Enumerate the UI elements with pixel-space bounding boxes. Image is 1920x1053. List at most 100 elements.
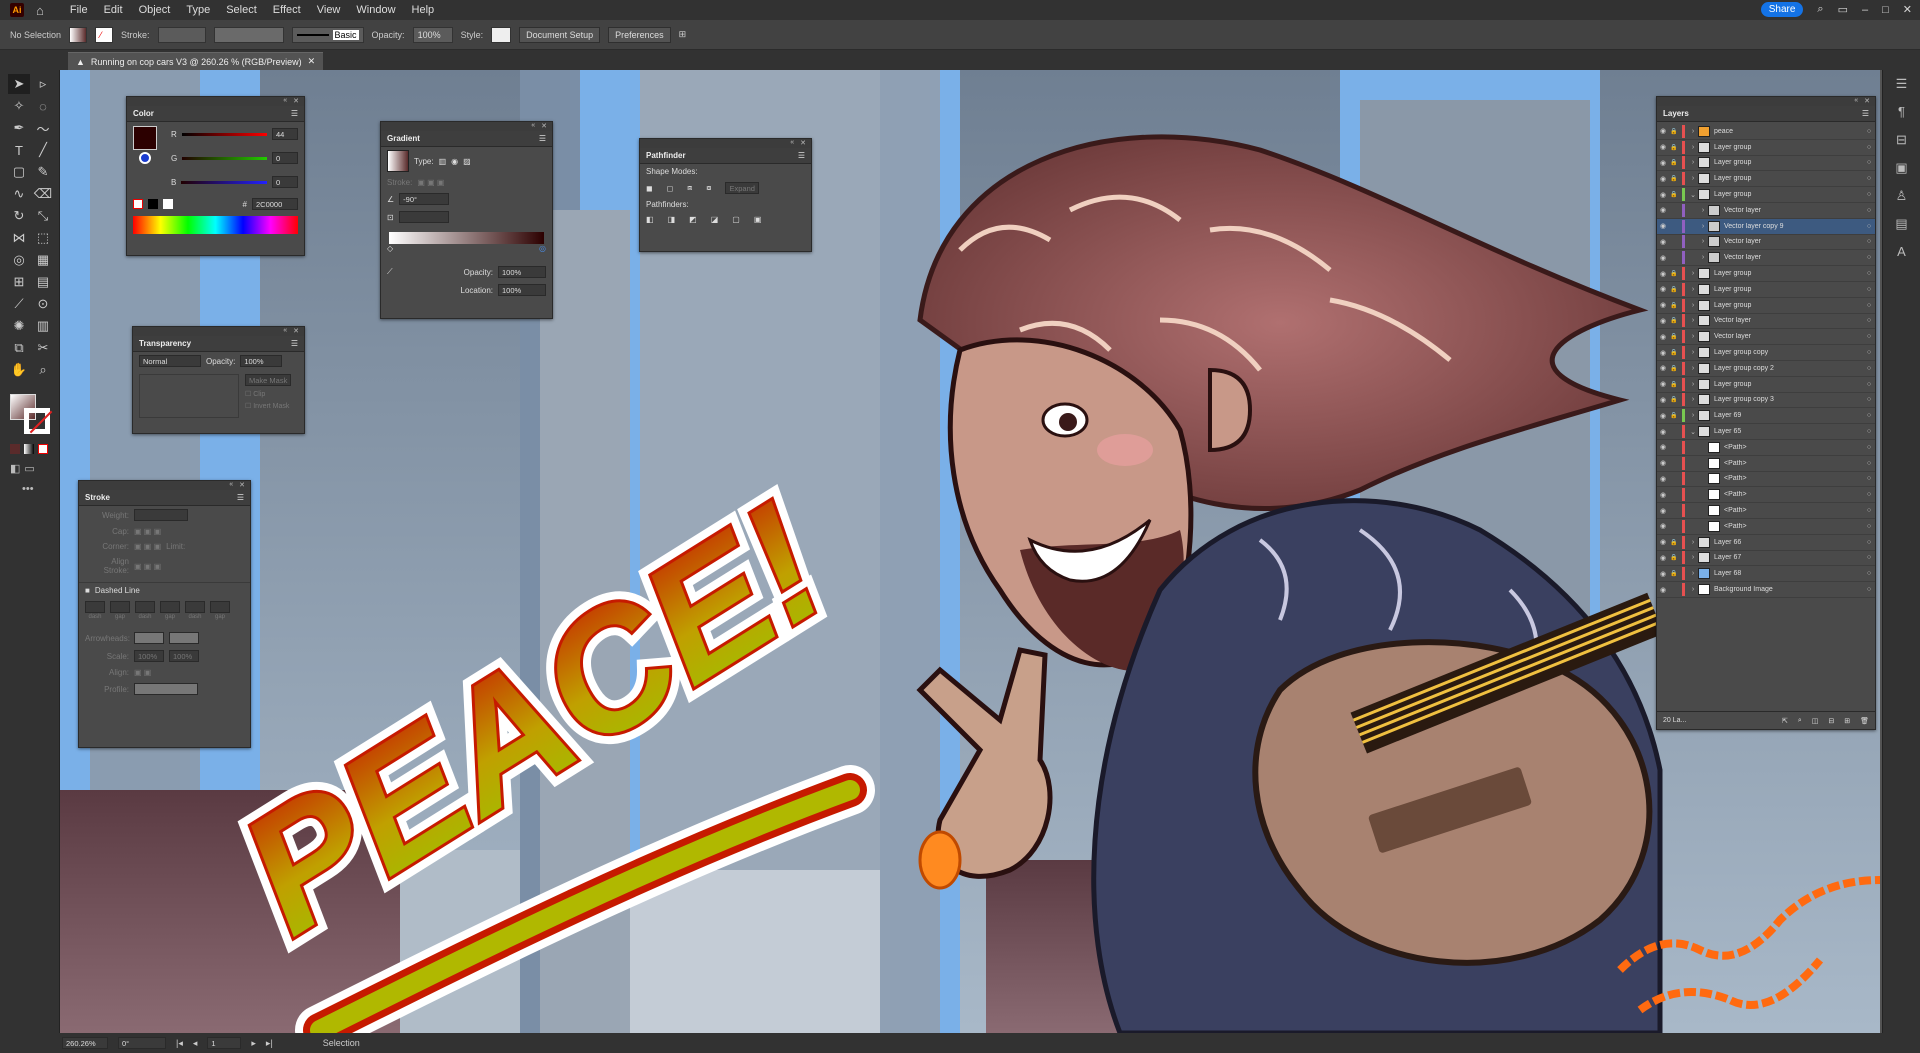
target-icon[interactable]: ○ (1863, 317, 1875, 324)
eyedropper-tool-icon[interactable]: ⟋ (8, 294, 30, 314)
layer-row[interactable]: ◉ 🔒 › Layer group copy 2 ○ (1657, 361, 1875, 377)
align-stroke-buttons[interactable]: ▣ ▣ ▣ (134, 562, 161, 571)
visibility-icon[interactable]: ◉ (1657, 428, 1669, 436)
delete-layer-icon[interactable]: 🗑 (1860, 717, 1869, 725)
visibility-icon[interactable]: ◉ (1657, 206, 1669, 214)
target-icon[interactable]: ○ (1863, 302, 1875, 309)
rotation-input[interactable]: 0° (118, 1037, 166, 1049)
menu-type[interactable]: Type (178, 4, 218, 16)
layer-row[interactable]: ◉ <Path> ○ (1657, 487, 1875, 504)
menu-effect[interactable]: Effect (265, 4, 309, 16)
panel-menu-icon[interactable]: ☰ (291, 339, 298, 348)
lock-icon[interactable]: 🔒 (1669, 554, 1679, 561)
dash-field[interactable]: gap (160, 601, 180, 620)
target-icon[interactable]: ○ (1863, 460, 1875, 467)
style-swatch[interactable] (491, 26, 512, 43)
line-tool-icon[interactable]: ╱ (32, 140, 54, 160)
clipping-mask-icon[interactable]: ◫ (1812, 717, 1819, 725)
menu-view[interactable]: View (309, 4, 349, 16)
stroke-color-swatch[interactable] (139, 152, 151, 164)
lock-icon[interactable]: 🔒 (1669, 302, 1679, 309)
expand-arrow-icon[interactable]: › (1688, 333, 1698, 340)
trim-icon[interactable]: ◨ (668, 215, 676, 224)
layer-row[interactable]: ◉ › Background Image ○ (1657, 582, 1875, 598)
visibility-icon[interactable]: ◉ (1657, 349, 1669, 357)
lock-icon[interactable]: 🔒 (1669, 365, 1679, 372)
layer-row[interactable]: ◉ › Vector layer ○ (1657, 235, 1875, 251)
perspective-grid-tool-icon[interactable]: ▦ (32, 250, 54, 270)
layer-row[interactable]: ◉ 🔒 › Layer group ○ (1657, 140, 1875, 156)
target-icon[interactable]: ○ (1863, 570, 1875, 577)
menu-window[interactable]: Window (348, 4, 403, 16)
target-icon[interactable]: ○ (1863, 270, 1875, 277)
scale-start-input[interactable]: 100% (134, 650, 164, 662)
gradient-stops[interactable]: ◇ ◎ (387, 244, 546, 253)
align-icon[interactable]: ⊟ (1890, 132, 1914, 154)
layer-row[interactable]: ◉ <Path> ○ (1657, 440, 1875, 456)
menu-help[interactable]: Help (404, 4, 443, 16)
layer-row[interactable]: ◉ 🔒 › Layer group ○ (1657, 377, 1875, 393)
panel-menu-icon[interactable]: ☰ (237, 493, 244, 502)
target-icon[interactable]: ○ (1863, 381, 1875, 388)
visibility-icon[interactable]: ◉ (1657, 159, 1669, 167)
menu-edit[interactable]: Edit (96, 4, 131, 16)
dash-field[interactable]: dash (185, 601, 205, 620)
target-icon[interactable]: ○ (1863, 144, 1875, 151)
exclude-icon[interactable]: ⧇ (706, 183, 711, 193)
zoom-tool-icon[interactable]: ⌕ (32, 360, 54, 380)
corner-buttons[interactable]: ▣ ▣ ▣ (134, 542, 161, 551)
target-icon[interactable]: ○ (1863, 444, 1875, 451)
lock-icon[interactable]: 🔒 (1669, 412, 1679, 419)
visibility-icon[interactable]: ◉ (1657, 238, 1669, 246)
stroke-swatch-large[interactable] (24, 408, 50, 434)
target-icon[interactable]: ○ (1863, 333, 1875, 340)
expand-arrow-icon[interactable]: ⌄ (1688, 191, 1698, 199)
visibility-icon[interactable]: ◉ (1657, 443, 1669, 451)
target-icon[interactable]: ○ (1863, 475, 1875, 482)
visibility-icon[interactable]: ◉ (1657, 412, 1669, 420)
visibility-icon[interactable]: ◉ (1657, 270, 1669, 278)
expand-arrow-icon[interactable]: ⌄ (1688, 428, 1698, 436)
swatches-icon[interactable]: ▤ (1890, 216, 1914, 238)
dash-field[interactable]: dash (135, 601, 155, 620)
merge-icon[interactable]: ◩ (689, 215, 697, 224)
visibility-icon[interactable]: ◉ (1657, 333, 1669, 341)
layer-row[interactable]: ◉ <Path> ○ (1657, 503, 1875, 519)
draw-mode-icon[interactable]: ◧ (10, 462, 20, 475)
weight-input[interactable] (134, 509, 188, 521)
puppet-icon[interactable]: ♙ (1890, 188, 1914, 210)
minus-front-icon[interactable]: ◻ (667, 184, 674, 193)
variable-width-dropdown[interactable] (213, 26, 284, 43)
stroke-weight-input[interactable] (157, 26, 206, 43)
arrange-docs-icon[interactable]: ⊞ (679, 29, 687, 40)
visibility-icon[interactable]: ◉ (1657, 285, 1669, 293)
aspect-ratio-input[interactable] (398, 211, 449, 223)
stroke-gradient-buttons[interactable]: ▣ ▣ ▣ (417, 178, 444, 187)
panel-menu-icon[interactable]: ☰ (291, 109, 298, 118)
linear-gradient-icon[interactable]: ▥ (439, 157, 447, 166)
expand-arrow-icon[interactable]: › (1688, 570, 1698, 577)
layer-row[interactable]: ◉ 🔒 › Layer group ○ (1657, 266, 1875, 282)
expand-arrow-icon[interactable]: › (1688, 349, 1698, 356)
layer-row[interactable]: ◉ › Vector layer ○ (1657, 203, 1875, 219)
target-icon[interactable]: ○ (1863, 286, 1875, 293)
invert-mask-checkbox[interactable]: ☐ Invert Mask (245, 402, 291, 410)
layer-row[interactable]: ◉ 🔒 › Vector layer ○ (1657, 314, 1875, 330)
blend-mode-dropdown[interactable]: Normal (139, 355, 201, 367)
panel-menu-icon[interactable]: ☰ (798, 151, 805, 160)
gradient-tool-icon[interactable]: ▤ (32, 272, 54, 292)
layer-row[interactable]: ◉ 🔒 › Layer group ○ (1657, 282, 1875, 298)
menu-file[interactable]: File (62, 4, 96, 16)
angle-input[interactable]: -90° (399, 193, 450, 205)
close-tab-icon[interactable]: ✕ (308, 56, 316, 67)
free-transform-tool-icon[interactable]: ⬚ (32, 228, 54, 248)
expand-arrow-icon[interactable]: › (1688, 286, 1698, 293)
expand-arrow-icon[interactable]: › (1698, 238, 1708, 245)
gradient-preview[interactable] (387, 150, 409, 172)
lock-icon[interactable]: 🔒 (1669, 539, 1679, 546)
black-swatch[interactable] (148, 199, 158, 209)
next-artboard-icon[interactable]: ▸ (251, 1038, 256, 1049)
cap-buttons[interactable]: ▣ ▣ ▣ (134, 527, 161, 536)
target-icon[interactable]: ○ (1863, 507, 1875, 514)
target-icon[interactable]: ○ (1863, 128, 1875, 135)
